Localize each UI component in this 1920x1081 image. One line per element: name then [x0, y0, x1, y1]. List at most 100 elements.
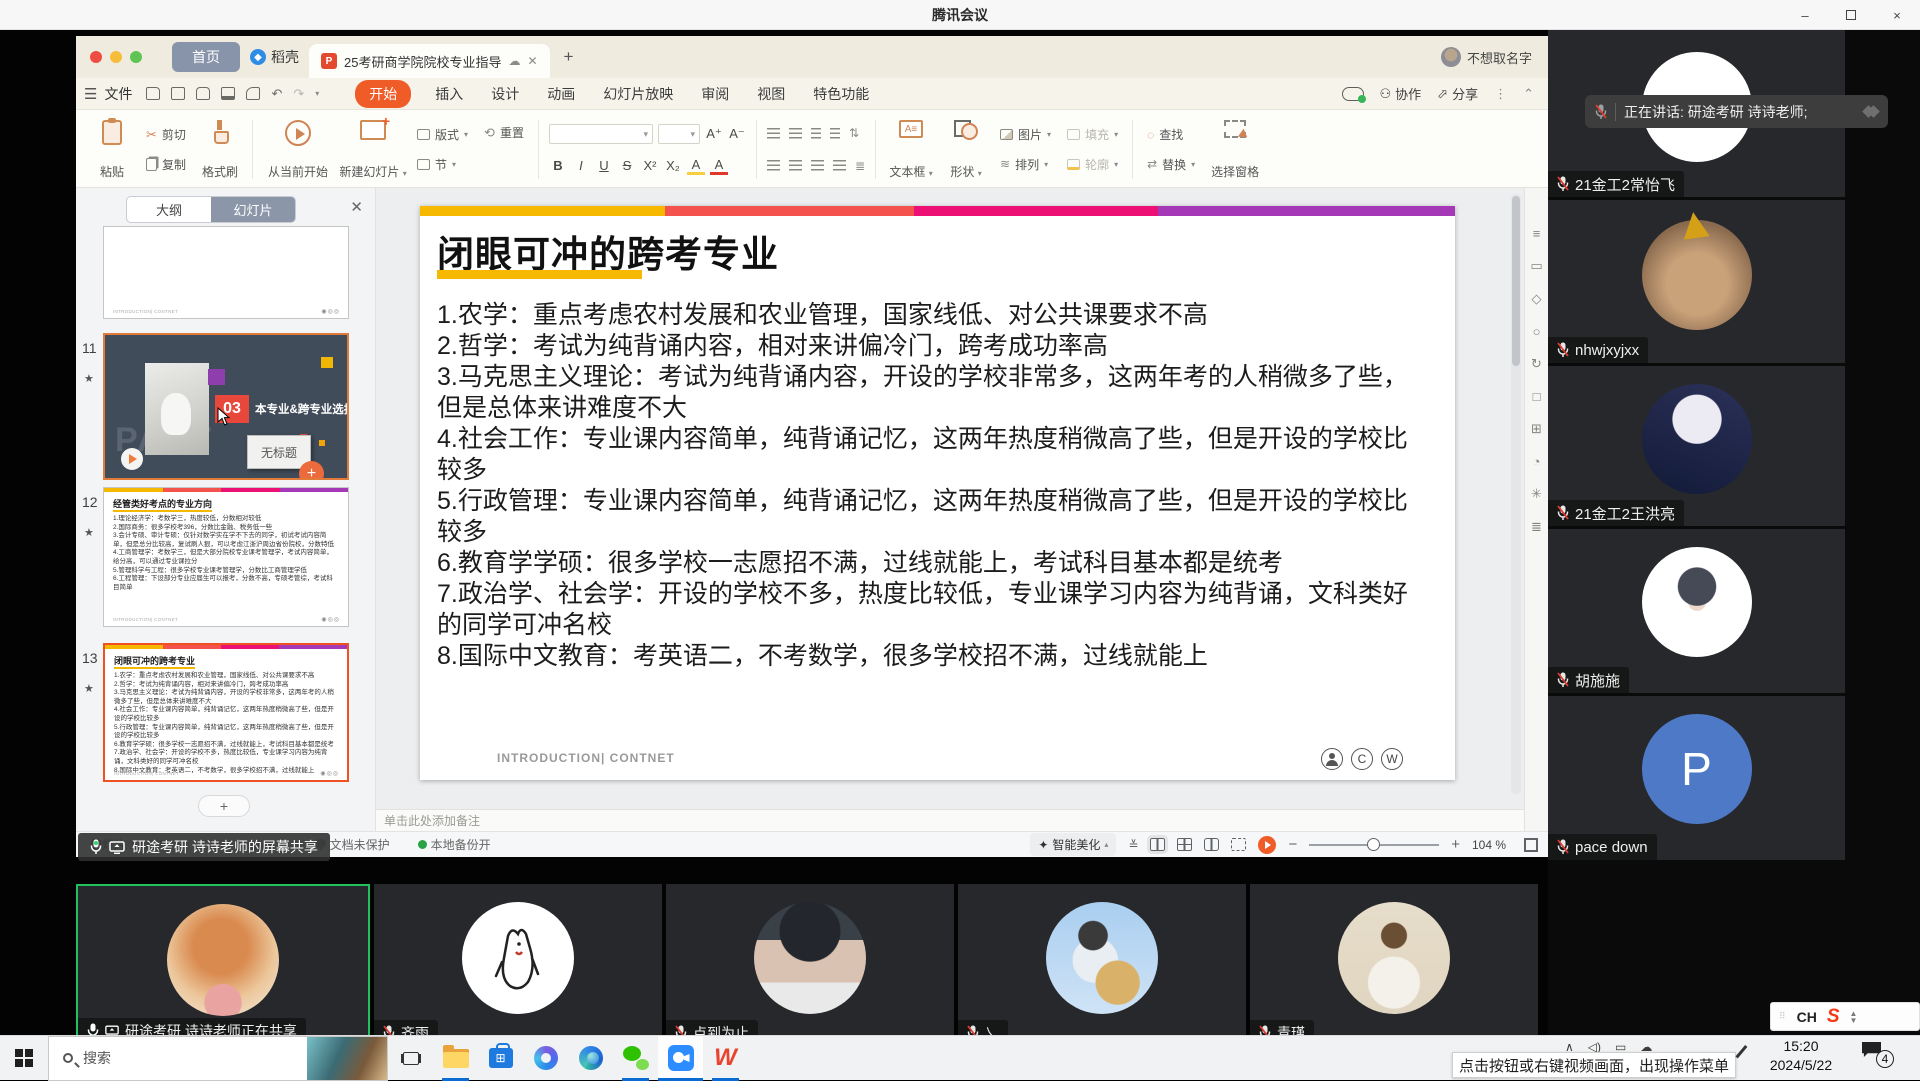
banner-collapse-icon[interactable] [1868, 107, 1878, 116]
current-slide[interactable]: 闭眼可冲的跨考专业 1.农学：重点考虑农村发展和农业管理，国家线低、对公共课要求… [420, 206, 1455, 780]
ime-arrows-icon[interactable]: ▲▼ [1850, 1010, 1858, 1024]
notes-toggle-icon[interactable]: ≚ [1128, 838, 1138, 852]
shape-button[interactable]: 形状 ▾ [940, 116, 992, 183]
ime-bar[interactable]: ⠿ CH S ▲▼ [1770, 1002, 1920, 1031]
align-left-icon[interactable] [767, 160, 780, 171]
search-daily-image[interactable] [307, 1037, 387, 1080]
numbered-list-icon[interactable] [789, 128, 802, 139]
slide-sorter-icon[interactable] [1177, 838, 1192, 851]
rail-color-icon[interactable]: ○ [1533, 324, 1541, 339]
rail-props-icon[interactable]: ≡ [1533, 226, 1541, 241]
rail-list-icon[interactable]: ≣ [1531, 519, 1542, 535]
ribbon-tab-design[interactable]: 设计 [491, 84, 519, 104]
reset-button[interactable]: ⟲重置 [480, 122, 528, 143]
justify-icon[interactable] [833, 160, 846, 171]
fill-button[interactable]: 填充▾ [1063, 124, 1122, 145]
export-icon[interactable] [196, 87, 210, 100]
tab-home[interactable]: 首页 [172, 42, 240, 72]
maximize-button[interactable] [1828, 0, 1874, 30]
taskbar-edge[interactable] [568, 1036, 613, 1081]
traffic-light-yellow[interactable] [110, 51, 122, 63]
collaborate-button[interactable]: ⚇ 协作 [1380, 84, 1422, 103]
font-size-select[interactable]: ▾ [658, 124, 700, 144]
task-view-button[interactable] [388, 1036, 433, 1081]
backup-status[interactable]: 本地备份开 [418, 836, 491, 853]
video-tile[interactable]: 青瑾 [1250, 884, 1538, 1046]
tab-document[interactable]: P 25考研商学院院校专业指导 ☁ ✕ [309, 44, 550, 78]
picture-button[interactable]: 图片▾ [996, 124, 1055, 145]
align-center-icon[interactable] [789, 160, 802, 171]
ime-drag-handle[interactable]: ⠿ [1779, 1011, 1787, 1022]
play-from-current-button[interactable]: 从当前开始 [259, 116, 337, 183]
increase-font-button[interactable]: A⁺ [705, 126, 723, 142]
collapse-ribbon-icon[interactable]: ⌃ [1523, 86, 1534, 102]
scrollbar-thumb[interactable] [1512, 196, 1520, 366]
preview-icon[interactable] [246, 87, 260, 100]
traffic-light-green[interactable] [130, 51, 142, 63]
video-tile-presenter[interactable]: 研途考研 诗诗老师正在共享 [76, 884, 370, 1046]
slide11-play-icon[interactable] [121, 448, 143, 470]
subscript-button[interactable]: X₂ [664, 158, 682, 173]
video-tile[interactable]: 齐雨 [374, 884, 662, 1046]
zoom-in-button[interactable]: + [1451, 836, 1460, 853]
taskbar-search[interactable]: 搜索 [48, 1036, 388, 1081]
align-right-icon[interactable] [811, 160, 824, 171]
qat-more-icon[interactable]: ▾ [315, 89, 319, 98]
zoom-knob[interactable] [1367, 838, 1380, 851]
print-icon[interactable] [221, 87, 235, 100]
zoom-slider[interactable] [1309, 844, 1439, 846]
slideshow-view-icon[interactable] [1231, 838, 1246, 851]
video-tile[interactable]: 点到为止 [666, 884, 954, 1046]
taskbar-wps[interactable]: W [703, 1036, 748, 1081]
outdent-icon[interactable] [811, 128, 821, 139]
indent-icon[interactable] [830, 128, 840, 139]
vertical-scrollbar[interactable] [1511, 194, 1521, 794]
slide-thumbnail-10[interactable]: INTRODUCTION| CONTNET ◉◎◎ [103, 226, 349, 319]
notes-bar[interactable]: 单击此处添加备注 [376, 809, 1524, 831]
redo-icon[interactable]: ↷ [293, 86, 304, 102]
layout-button[interactable]: 版式▾ [413, 124, 472, 145]
ribbon-tab-features[interactable]: 特色功能 [813, 84, 869, 104]
minimize-button[interactable]: – [1782, 0, 1828, 30]
participant-tile[interactable]: 21金工2王洪亮 [1548, 366, 1845, 526]
cloud-saved-icon[interactable] [1342, 87, 1364, 101]
taskbar-file-explorer[interactable] [433, 1036, 478, 1081]
panel-close-icon[interactable]: ✕ [350, 198, 363, 216]
zoom-out-button[interactable]: − [1288, 836, 1297, 853]
rail-refresh-icon[interactable]: ↻ [1531, 356, 1542, 372]
font-color-button[interactable]: A [710, 157, 728, 175]
video-tile[interactable]: 乀 [958, 884, 1246, 1046]
taskbar-tencent-meeting[interactable] [658, 1036, 703, 1081]
participant-tile[interactable]: 胡施施 [1548, 529, 1845, 693]
close-button[interactable]: × [1874, 0, 1920, 30]
rail-effect-icon[interactable]: ✳ [1531, 486, 1542, 502]
rail-clock-icon[interactable]: ◔ [1533, 454, 1541, 469]
ribbon-tab-animation[interactable]: 动画 [547, 84, 575, 104]
open-icon[interactable] [146, 87, 160, 100]
rail-grid-icon[interactable]: ⊞ [1531, 421, 1542, 437]
ime-lang-indicator[interactable]: CH [1797, 1009, 1817, 1025]
participant-tile[interactable]: nhwjxyjxx [1548, 200, 1845, 363]
fit-screen-icon[interactable] [1524, 838, 1538, 852]
highlight-color-button[interactable]: A [687, 157, 705, 175]
bullet-list-icon[interactable] [767, 128, 780, 139]
close-tab-icon[interactable]: ✕ [527, 54, 537, 68]
underline-button[interactable]: U [595, 158, 613, 173]
textbox-button[interactable]: A≡ 文本框 ▾ [882, 116, 940, 183]
ribbon-tab-start[interactable]: 开始 [355, 80, 411, 108]
ribbon-tab-insert[interactable]: 插入 [435, 84, 463, 104]
strike-button[interactable]: S [618, 158, 636, 173]
outline-button[interactable]: 轮廓▾ [1063, 154, 1122, 175]
slide-thumbnail-12[interactable]: 经管类好考点的专业方向 1.理论经济学：考数学三，热度较低，分数相对较低 2.国… [103, 487, 349, 627]
format-painter-button[interactable]: 格式刷 [194, 116, 246, 183]
wps-account[interactable]: 不想取名字 [1441, 36, 1532, 78]
undo-icon[interactable]: ↶ [271, 86, 282, 102]
participant-tile[interactable]: P pace down [1548, 696, 1845, 860]
more-menu-icon[interactable]: ⋮ [1494, 86, 1507, 102]
selection-pane-button[interactable]: 选择窗格 [1203, 116, 1267, 183]
arrange-button[interactable]: ≋排列▾ [996, 154, 1055, 175]
section-button[interactable]: 节▾ [413, 154, 472, 175]
reading-view-icon[interactable] [1204, 838, 1219, 851]
tab-slides[interactable]: 幻灯片 [211, 197, 295, 222]
taskbar-clock[interactable]: 15:20 2024/5/22 [1755, 1037, 1847, 1075]
